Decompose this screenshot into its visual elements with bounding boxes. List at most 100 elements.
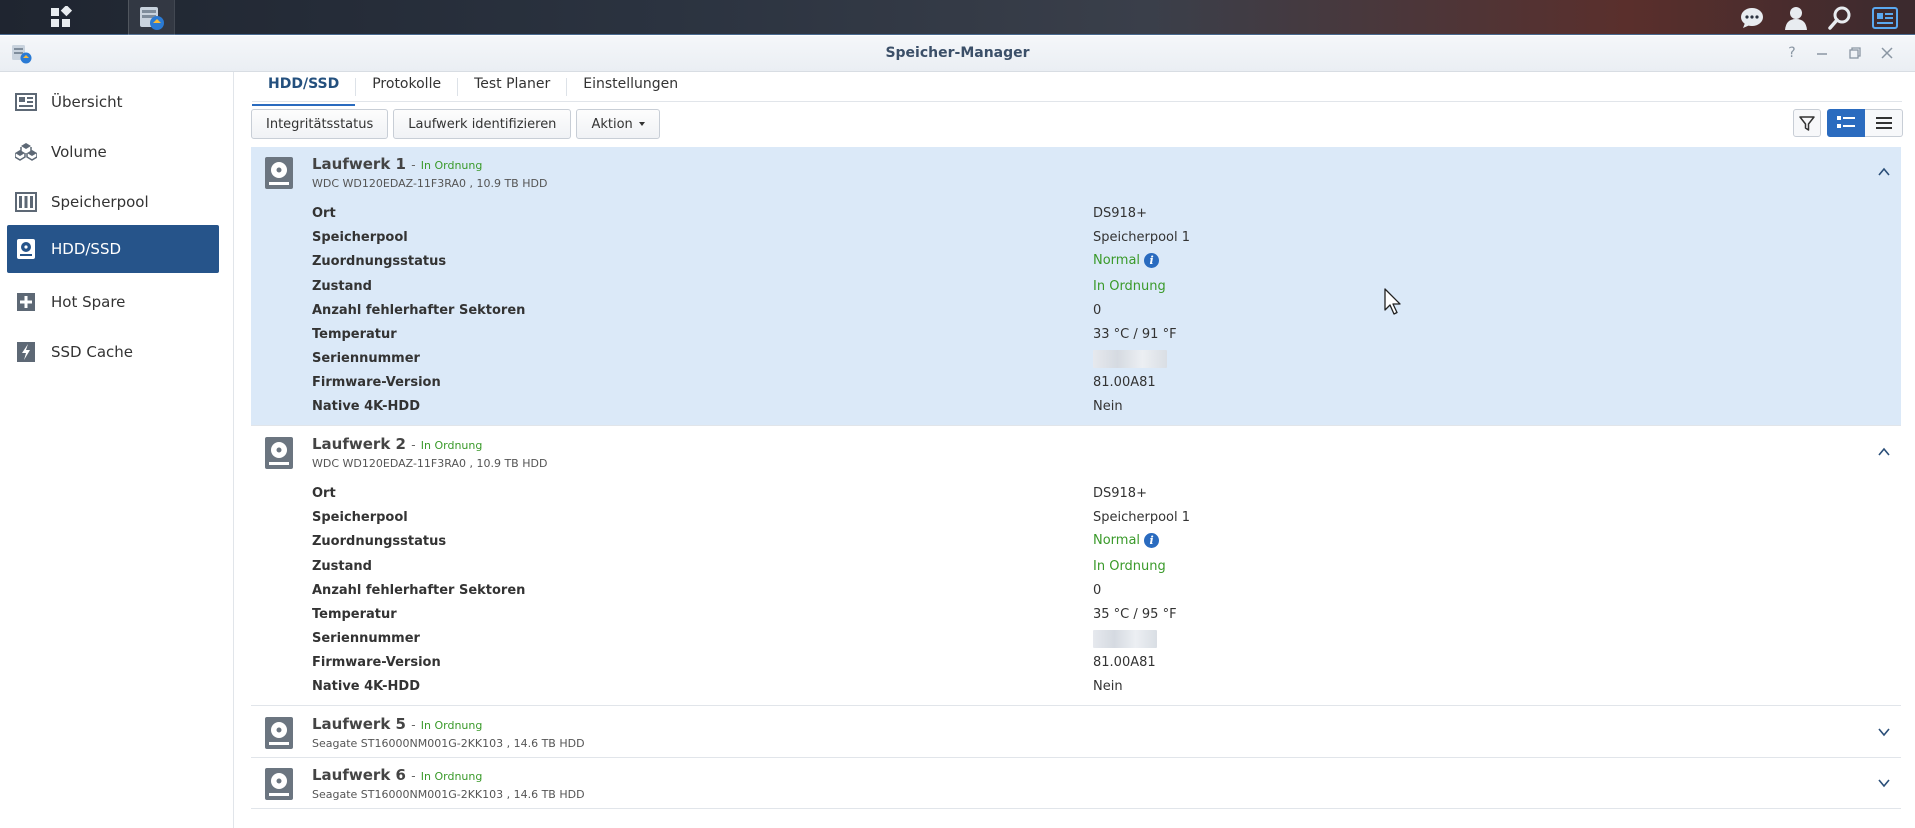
detail-label: Zuordnungsstatus [312, 254, 447, 269]
sidebar-item-hot-spare[interactable]: Hot Spare [7, 278, 219, 326]
sidebar: Übersicht Volume Speicherpool HDD/SSD Ho… [0, 72, 234, 828]
allocation-status: Normal [1093, 253, 1141, 268]
list-view-button[interactable] [1865, 109, 1903, 137]
detail-label: Speicherpool [312, 230, 408, 245]
drive-title-separator: - [411, 718, 416, 732]
drive-title-separator: - [411, 769, 416, 783]
hard-disk-icon [265, 717, 293, 749]
user-button[interactable] [1780, 0, 1812, 35]
apps-grid-icon [51, 5, 73, 27]
detail-value: 35 °C / 95 °F [1093, 607, 1177, 622]
detail-value: In Ordnung [1093, 279, 1166, 294]
detail-label: Native 4K-HDD [312, 399, 420, 414]
detail-label: Native 4K-HDD [312, 679, 420, 694]
drive-item[interactable]: Laufwerk 6 - In Ordnung Seagate ST16000N… [251, 758, 1901, 809]
action-dropdown-button[interactable]: Aktion [576, 109, 660, 139]
sidebar-item-label: Hot Spare [51, 293, 126, 311]
integrity-status-button[interactable]: Integritätsstatus [251, 109, 389, 139]
detail-label: Anzahl fehlerhafter Sektoren [312, 303, 526, 318]
main-content: HDD/SSD Protokolle Test Planer Einstellu… [235, 72, 1915, 828]
drive-title-separator: - [411, 438, 416, 452]
detail-value: DS918+ [1093, 206, 1147, 221]
help-button[interactable]: ? [1783, 44, 1801, 62]
drive-name: Laufwerk 6 [312, 766, 406, 784]
drive-item[interactable]: Laufwerk 2 - In Ordnung WDC WD120EDAZ-11… [251, 427, 1901, 706]
drive-name: Laufwerk 2 [312, 435, 406, 453]
drive-name: Laufwerk 5 [312, 715, 406, 733]
action-label: Aktion [591, 116, 633, 132]
restore-icon [1849, 47, 1861, 59]
tab-logs[interactable]: Protokolle [356, 72, 457, 102]
overview-icon [15, 91, 37, 113]
drive-item[interactable]: Laufwerk 1 - In Ordnung WDC WD120EDAZ-11… [251, 147, 1901, 426]
drive-model: WDC WD120EDAZ-11F3RA0 , 10.9 TB HDD [312, 457, 548, 470]
toolbar: Integritätsstatus Laufwerk identifiziere… [251, 109, 660, 139]
storage-pool-icon [15, 191, 37, 213]
sidebar-item-volume[interactable]: Volume [7, 128, 219, 176]
detail-label: Zustand [312, 279, 372, 294]
hard-disk-icon [265, 157, 293, 189]
filter-button[interactable] [1793, 109, 1821, 137]
main-menu-button[interactable] [44, 0, 80, 35]
detail-value [1093, 350, 1167, 368]
info-icon[interactable]: i [1144, 253, 1160, 268]
detail-label: Firmware-Version [312, 655, 441, 670]
detail-value: Speicherpool 1 [1093, 230, 1191, 245]
tab-underline [252, 101, 1902, 102]
sidebar-item-overview[interactable]: Übersicht [7, 78, 219, 126]
chevron-down-icon[interactable] [1877, 776, 1891, 790]
sidebar-item-hdd-ssd[interactable]: HDD/SSD [7, 225, 219, 273]
drive-item[interactable]: Laufwerk 5 - In Ordnung Seagate ST16000N… [251, 707, 1901, 758]
drive-title-separator: - [411, 158, 416, 172]
identify-drive-button[interactable]: Laufwerk identifizieren [393, 109, 572, 139]
chevron-up-icon[interactable] [1877, 165, 1891, 179]
detail-label: Zustand [312, 559, 372, 574]
detail-label: Firmware-Version [312, 375, 441, 390]
tab-settings[interactable]: Einstellungen [567, 72, 694, 102]
sidebar-item-storage-pool[interactable]: Speicherpool [7, 178, 219, 226]
widgets-button[interactable] [1868, 0, 1902, 35]
detail-value: 0 [1093, 303, 1102, 318]
drive-model: WDC WD120EDAZ-11F3RA0 , 10.9 TB HDD [312, 177, 548, 190]
window-titlebar[interactable]: Speicher-Manager ? [0, 36, 1915, 72]
taskbar-separator [174, 0, 175, 35]
close-button[interactable] [1878, 44, 1896, 62]
detail-value: 81.00A81 [1093, 655, 1156, 670]
detail-value: 33 °C / 91 °F [1093, 327, 1177, 342]
storage-manager-taskbar-button[interactable] [128, 0, 174, 35]
drive-title: Laufwerk 5 - In Ordnung [312, 715, 482, 733]
messages-button[interactable] [1736, 0, 1768, 35]
help-icon: ? [1788, 45, 1796, 61]
drive-status: In Ordnung [420, 439, 483, 452]
storage-manager-app-icon [140, 6, 164, 30]
info-icon[interactable]: i [1144, 533, 1160, 548]
drive-model: Seagate ST16000NM001G-2KK103 , 14.6 TB H… [312, 737, 585, 750]
volume-icon [15, 141, 37, 163]
list-icon [1875, 117, 1892, 129]
restore-button[interactable] [1846, 44, 1864, 62]
mouse-cursor-icon [1384, 288, 1401, 315]
tab-hdd-ssd[interactable]: HDD/SSD [252, 72, 356, 106]
detail-value: Nein [1093, 399, 1123, 414]
detail-view-button[interactable] [1827, 109, 1865, 137]
sidebar-item-label: HDD/SSD [51, 240, 122, 258]
chevron-down-icon[interactable] [1877, 725, 1891, 739]
tab-bar: HDD/SSD Protokolle Test Planer Einstellu… [252, 72, 694, 106]
detail-label: Seriennummer [312, 351, 420, 366]
sidebar-item-ssd-cache[interactable]: SSD Cache [7, 328, 219, 376]
ssd-cache-icon [15, 341, 37, 363]
minimize-button[interactable] [1813, 44, 1831, 62]
drive-status: In Ordnung [420, 159, 483, 172]
search-button[interactable] [1824, 0, 1856, 35]
chat-bubble-icon [1741, 7, 1763, 28]
detail-value: 0 [1093, 583, 1102, 598]
detail-list-icon [1837, 116, 1855, 128]
hot-spare-icon [15, 291, 37, 313]
widgets-icon [1872, 6, 1898, 29]
detail-label: Zuordnungsstatus [312, 534, 447, 549]
drive-title: Laufwerk 2 - In Ordnung [312, 435, 482, 453]
tab-test-scheduler[interactable]: Test Planer [458, 72, 566, 102]
window-title: Speicher-Manager [885, 45, 1030, 61]
drive-status: In Ordnung [420, 770, 483, 783]
chevron-up-icon[interactable] [1877, 445, 1891, 459]
